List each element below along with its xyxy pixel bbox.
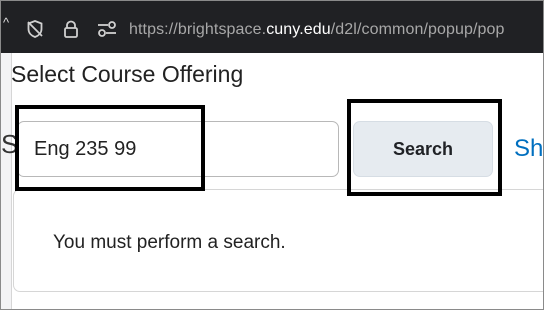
background-page-edge <box>1 53 12 309</box>
url-prefix: https://brightspace. <box>129 21 267 38</box>
cut-off-glyph: ^ <box>3 15 10 30</box>
url-suffix: /d2l/common/popup/pop <box>330 21 505 38</box>
url-domain: cuny.edu <box>266 21 331 38</box>
site-permissions-icon[interactable] <box>96 19 118 44</box>
dialog-title: Select Course Offering <box>11 61 244 87</box>
screenshot-frame: ^ https://brightspace.cuny.edu/d2l/commo… <box>0 0 544 310</box>
browser-address-bar: ^ https://brightspace.cuny.edu/d2l/commo… <box>1 1 543 53</box>
lock-icon[interactable] <box>61 19 81 44</box>
show-options-link[interactable]: Sh <box>514 135 543 163</box>
url-text[interactable]: https://brightspace.cuny.edu/d2l/common/… <box>129 21 505 39</box>
empty-results-message: You must perform a search. <box>53 232 286 253</box>
results-panel: You must perform a search. <box>13 189 543 292</box>
tracking-protection-icon[interactable] <box>25 19 45 44</box>
input-highlight-box <box>15 105 205 191</box>
button-highlight-box <box>347 99 502 196</box>
